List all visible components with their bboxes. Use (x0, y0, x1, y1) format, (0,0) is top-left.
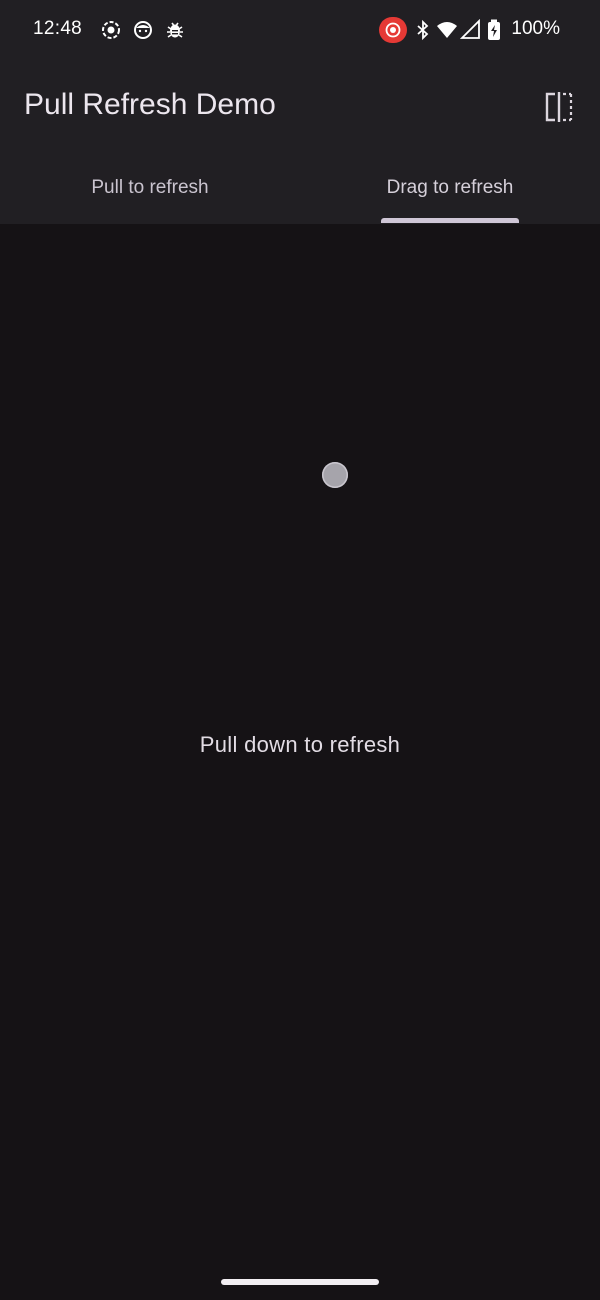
tab-drag-to-refresh[interactable]: Drag to refresh (300, 160, 600, 224)
signal-icon (460, 19, 480, 39)
refresh-indicator (322, 462, 348, 488)
bluetooth-icon (417, 19, 429, 41)
battery-charging-icon (488, 19, 500, 40)
tab-pull-to-refresh[interactable]: Pull to refresh (0, 160, 300, 224)
wifi-icon (437, 22, 457, 38)
status-time: 12:48 (33, 18, 83, 39)
tab-row: Pull to refresh Drag to refresh (0, 160, 600, 224)
screen-record-icon (102, 21, 120, 39)
tab-label: Drag to refresh (386, 177, 514, 198)
bug-icon (167, 22, 183, 38)
split-view-button[interactable] (540, 88, 578, 126)
split-view-icon (545, 92, 573, 122)
recording-cast-icon (379, 17, 407, 43)
tab-indicator (381, 218, 519, 223)
battery-percentage: 100% (511, 18, 560, 39)
app-title: Pull Refresh Demo (24, 88, 276, 121)
pull-down-message: Pull down to refresh (199, 732, 401, 757)
status-bar: 12:48 100% (0, 0, 600, 60)
face-icon (134, 21, 152, 39)
refresh-content-area[interactable] (0, 224, 600, 1300)
gesture-nav-handle[interactable] (221, 1279, 379, 1285)
tab-label: Pull to refresh (91, 177, 209, 198)
